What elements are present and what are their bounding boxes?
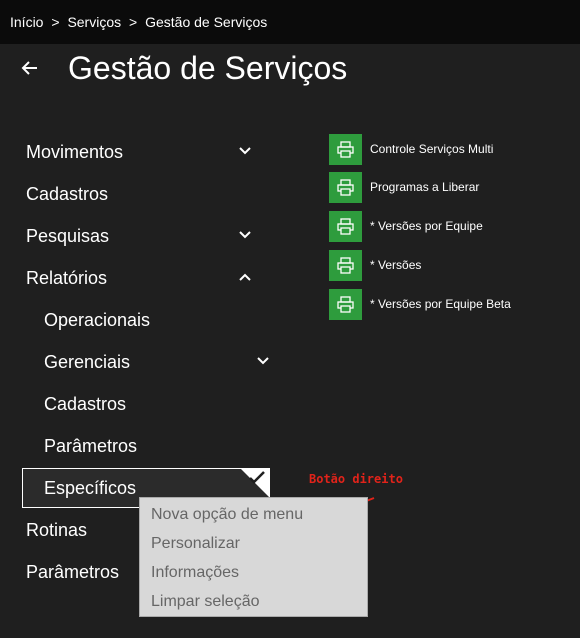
submenu-item-gerenciais[interactable]: Gerenciais: [44, 352, 130, 373]
menu-item-movimentos[interactable]: Movimentos: [26, 142, 123, 163]
breadcrumb: Início > Serviços > Gestão de Serviços: [10, 14, 271, 30]
submenu-item-label: Gerenciais: [44, 352, 131, 372]
menu-item-label: Relatórios: [26, 268, 108, 288]
chevron-down-icon[interactable]: [238, 144, 252, 158]
menu-item-label: Movimentos: [26, 142, 124, 162]
context-menu-item-limpar-selecao[interactable]: Limpar seleção: [151, 593, 260, 611]
page-title: Gestão de Serviços: [68, 50, 348, 86]
report-label: * Versões: [370, 258, 422, 272]
printer-icon: [337, 296, 354, 313]
context-menu-item-nova-opcao[interactable]: Nova opção de menu: [151, 506, 303, 524]
menu-item-label: Cadastros: [26, 184, 109, 204]
submenu-item-cadastros[interactable]: Cadastros: [44, 394, 126, 415]
annotation-label: Botão direito: [309, 472, 403, 486]
report-tile[interactable]: [329, 172, 362, 203]
menu-item-label: Pesquisas: [26, 226, 110, 246]
breadcrumb-inicio[interactable]: Início: [10, 14, 43, 30]
report-label: Programas a Liberar: [370, 180, 480, 194]
chevron-up-icon[interactable]: [238, 270, 252, 284]
report-item[interactable]: * Versões por Equipe: [329, 211, 580, 242]
back-button[interactable]: [18, 56, 42, 80]
top-bar: Início > Serviços > Gestão de Serviços: [0, 0, 580, 44]
report-item[interactable]: * Versões por Equipe Beta: [329, 289, 580, 320]
context-menu-item-informacoes[interactable]: Informações: [151, 564, 239, 582]
checkmark-icon: [249, 471, 265, 484]
printer-icon: [337, 257, 354, 274]
submenu-item-operacionais[interactable]: Operacionais: [44, 310, 150, 331]
submenu-item-parametros[interactable]: Parâmetros: [44, 436, 137, 457]
report-item[interactable]: Programas a Liberar: [329, 172, 580, 203]
submenu-item-label: Específicos: [44, 478, 137, 498]
report-tile[interactable]: [329, 211, 362, 242]
report-item[interactable]: Controle Serviços Multi: [329, 134, 580, 165]
submenu-item-label: Parâmetros: [44, 436, 138, 456]
context-menu: Nova opção de menu Personalizar Informaç…: [139, 497, 368, 617]
chevron-down-icon[interactable]: [238, 228, 252, 242]
submenu-item-label: Operacionais: [44, 310, 151, 330]
printer-icon: [337, 141, 354, 158]
printer-icon: [337, 179, 354, 196]
breadcrumb-current: Gestão de Serviços: [145, 14, 268, 30]
report-label: Controle Serviços Multi: [370, 142, 494, 156]
menu-item-parametros[interactable]: Parâmetros: [26, 562, 119, 583]
report-label: * Versões por Equipe Beta: [370, 297, 511, 311]
report-tile[interactable]: [329, 134, 362, 165]
report-tile[interactable]: [329, 250, 362, 281]
breadcrumb-separator: >: [129, 14, 138, 30]
menu-item-relatorios[interactable]: Relatórios: [26, 268, 107, 289]
breadcrumb-servicos[interactable]: Serviços: [67, 14, 121, 30]
report-tile[interactable]: [329, 289, 362, 320]
submenu-item-label: Cadastros: [44, 394, 127, 414]
breadcrumb-separator: >: [51, 14, 60, 30]
printer-icon: [337, 218, 354, 235]
context-menu-item-personalizar[interactable]: Personalizar: [151, 535, 240, 553]
menu-item-pesquisas[interactable]: Pesquisas: [26, 226, 109, 247]
menu-item-cadastros[interactable]: Cadastros: [26, 184, 108, 205]
report-item[interactable]: * Versões: [329, 250, 580, 281]
back-arrow-icon: [21, 61, 37, 75]
menu-item-rotinas[interactable]: Rotinas: [26, 520, 87, 541]
chevron-down-icon[interactable]: [256, 354, 270, 368]
report-label: * Versões por Equipe: [370, 219, 483, 233]
menu-item-label: Rotinas: [26, 520, 88, 540]
menu-item-label: Parâmetros: [26, 562, 120, 582]
